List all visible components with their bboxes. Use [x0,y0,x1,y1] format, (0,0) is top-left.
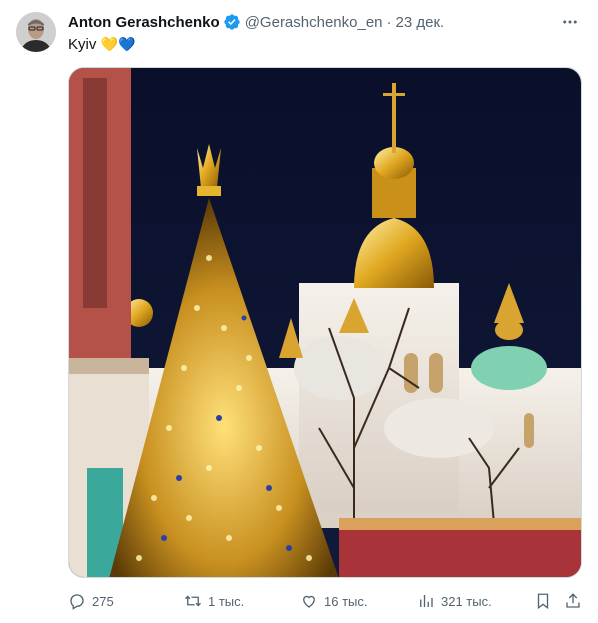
views-icon [420,595,433,607]
author-name[interactable]: Anton Gerashchenko [68,14,220,31]
reply-icon [70,594,84,610]
retweet-button[interactable]: 1 тыс. [184,592,244,610]
share-button[interactable] [564,592,582,610]
tweet[interactable]: Anton Gerashchenko @Gerashchenko_en · 23… [0,0,598,623]
more-options-button[interactable] [558,10,582,34]
views-button[interactable]: 321 тыс. [417,592,492,610]
bookmark-button[interactable] [534,592,552,610]
avatar-photo [16,12,56,52]
tweet-header: Anton Gerashchenko @Gerashchenko_en · 23… [68,12,582,32]
avatar[interactable] [16,12,56,52]
more-icon [563,20,577,24]
tweet-text: Kyiv 💛💙 [68,34,135,55]
like-button[interactable]: 16 тыс. [300,592,367,610]
share-icon [566,593,580,608]
verified-icon [224,14,240,30]
tweet-text-body: Kyiv [68,36,97,53]
kyiv-cathedral-photo [69,68,581,577]
like-count: 16 тыс. [324,593,368,609]
views-count: 321 тыс. [441,593,492,609]
tweet-timestamp[interactable]: 23 дек. [396,14,445,31]
like-icon [303,595,315,608]
hearts-emoji: 💛💙 [100,36,136,52]
tweet-photo[interactable] [68,67,582,578]
reply-button[interactable]: 275 [68,592,114,610]
tweet-actions: 275 1 тыс. 16 тыс. 321 тыс. [68,590,582,612]
separator-dot: · [386,13,392,31]
bookmark-icon [537,593,549,610]
author-handle[interactable]: @Gerashchenko_en [245,14,383,31]
retweet-icon [185,595,201,607]
retweet-count: 1 тыс. [208,593,245,609]
reply-count: 275 [92,593,114,609]
